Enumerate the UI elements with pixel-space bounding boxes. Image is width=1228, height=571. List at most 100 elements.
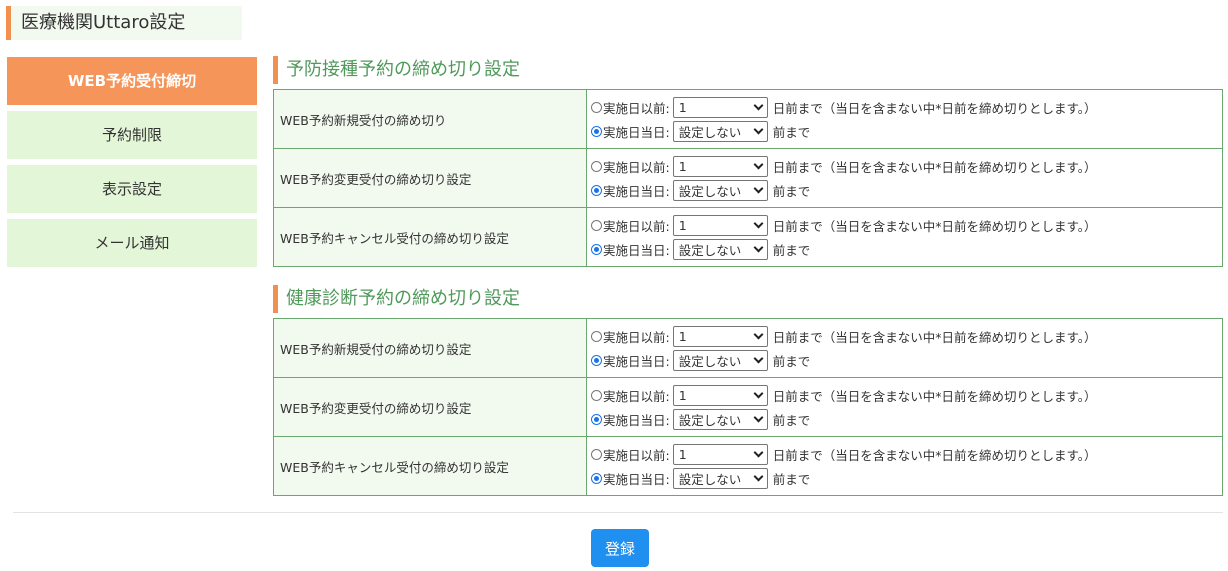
same-day-value: 設定しない <box>678 124 742 140</box>
days-before-label: 実施日以前: <box>603 159 670 175</box>
register-button[interactable]: 登録 <box>591 529 649 567</box>
same-day-value: 設定しない <box>678 242 742 258</box>
same-day-select[interactable]: 設定しない <box>672 238 768 260</box>
same-day-radio[interactable] <box>591 125 602 137</box>
option-same-day: 実施日当日: 設定しない 前まで <box>591 237 1222 261</box>
days-before-suffix: 日前まで（当日を含まない中*日前を締め切りとします。） <box>772 218 1097 234</box>
same-day-label: 実施日当日: <box>603 242 670 258</box>
chevron-down-icon <box>753 159 764 169</box>
chevron-down-icon <box>753 183 764 193</box>
option-days-before: 実施日以前: 1 日前まで（当日を含まない中*日前を締め切りとします。） <box>591 383 1222 407</box>
days-before-suffix: 日前まで（当日を含まない中*日前を締め切りとします。） <box>772 329 1097 345</box>
days-before-value: 1 <box>678 99 687 115</box>
same-day-radio[interactable] <box>591 472 602 484</box>
same-day-suffix: 前まで <box>772 412 811 428</box>
same-day-select[interactable]: 設定しない <box>672 467 768 489</box>
same-day-select[interactable]: 設定しない <box>672 120 768 142</box>
option-same-day: 実施日当日: 設定しない 前まで <box>591 407 1222 431</box>
days-before-select[interactable]: 1 <box>672 384 768 406</box>
same-day-label: 実施日当日: <box>603 412 670 428</box>
deadline-settings-table: WEB予約新規受付の締め切り設定 実施日以前: 1 日前まで（当日を含まない中*… <box>273 318 1223 496</box>
days-before-value: 1 <box>678 446 687 462</box>
chevron-down-icon <box>753 471 764 481</box>
days-before-select[interactable]: 1 <box>672 214 768 236</box>
days-before-radio[interactable] <box>591 160 602 172</box>
same-day-select[interactable]: 設定しない <box>672 179 768 201</box>
days-before-select[interactable]: 1 <box>672 325 768 347</box>
same-day-value: 設定しない <box>678 183 742 199</box>
same-day-suffix: 前まで <box>772 471 811 487</box>
section-title: 健康診断予約の締め切り設定 <box>273 285 1223 313</box>
option-days-before: 実施日以前: 1 日前まで（当日を含まない中*日前を締め切りとします。） <box>591 324 1222 348</box>
days-before-radio[interactable] <box>591 101 602 113</box>
same-day-suffix: 前まで <box>772 353 811 369</box>
days-before-suffix: 日前まで（当日を含まない中*日前を締め切りとします。） <box>772 447 1097 463</box>
same-day-label: 実施日当日: <box>603 183 670 199</box>
sidebar-item-display-settings[interactable]: 表示設定 <box>7 165 257 213</box>
option-days-before: 実施日以前: 1 日前まで（当日を含まない中*日前を締め切りとします。） <box>591 442 1222 466</box>
option-same-day: 実施日当日: 設定しない 前まで <box>591 466 1222 490</box>
same-day-value: 設定しない <box>678 471 742 487</box>
chevron-down-icon <box>753 100 764 110</box>
table-row: WEB予約新規受付の締め切り 実施日以前: 1 日前まで（当日を含まない中*日前… <box>273 89 1223 149</box>
days-before-select[interactable]: 1 <box>672 155 768 177</box>
same-day-radio[interactable] <box>591 243 602 255</box>
chevron-down-icon <box>753 412 764 422</box>
sidebar-item-web-reservation-deadline[interactable]: WEB予約受付締切 <box>7 57 257 105</box>
days-before-select[interactable]: 1 <box>672 443 768 465</box>
days-before-radio[interactable] <box>591 219 602 231</box>
row-label: WEB予約新規受付の締め切り設定 <box>273 318 587 378</box>
days-before-value: 1 <box>678 158 687 174</box>
divider <box>13 512 1223 513</box>
same-day-radio[interactable] <box>591 354 602 366</box>
days-before-radio[interactable] <box>591 389 602 401</box>
sidebar: WEB予約受付締切 予約制限 表示設定 メール通知 <box>7 57 257 273</box>
days-before-value: 1 <box>678 387 687 403</box>
chevron-down-icon <box>753 447 764 457</box>
page-title: 医療機関Uttaro設定 <box>6 6 242 40</box>
chevron-down-icon <box>753 329 764 339</box>
chevron-down-icon <box>753 242 764 252</box>
row-options: 実施日以前: 1 日前まで（当日を含まない中*日前を締め切りとします。） 実施日… <box>586 436 1223 496</box>
days-before-label: 実施日以前: <box>603 218 670 234</box>
days-before-value: 1 <box>678 217 687 233</box>
main-content: 予防接種予約の締め切り設定 WEB予約新規受付の締め切り 実施日以前: 1 日前… <box>273 56 1223 496</box>
same-day-select[interactable]: 設定しない <box>672 408 768 430</box>
same-day-label: 実施日当日: <box>603 471 670 487</box>
option-same-day: 実施日当日: 設定しない 前まで <box>591 348 1222 372</box>
same-day-label: 実施日当日: <box>603 124 670 140</box>
chevron-down-icon <box>753 124 764 134</box>
same-day-suffix: 前まで <box>772 124 811 140</box>
row-options: 実施日以前: 1 日前まで（当日を含まない中*日前を締め切りとします。） 実施日… <box>586 148 1223 208</box>
section-title: 予防接種予約の締め切り設定 <box>273 56 1223 84</box>
sidebar-item-reservation-limit[interactable]: 予約制限 <box>7 111 257 159</box>
same-day-value: 設定しない <box>678 353 742 369</box>
row-options: 実施日以前: 1 日前まで（当日を含まない中*日前を締め切りとします。） 実施日… <box>586 318 1223 378</box>
row-label: WEB予約変更受付の締め切り設定 <box>273 148 587 208</box>
days-before-radio[interactable] <box>591 448 602 460</box>
days-before-radio[interactable] <box>591 330 602 342</box>
days-before-select[interactable]: 1 <box>672 96 768 118</box>
sidebar-item-mail-notification[interactable]: メール通知 <box>7 219 257 267</box>
same-day-select[interactable]: 設定しない <box>672 349 768 371</box>
option-days-before: 実施日以前: 1 日前まで（当日を含まない中*日前を締め切りとします。） <box>591 213 1222 237</box>
row-label: WEB予約新規受付の締め切り <box>273 89 587 149</box>
row-label: WEB予約キャンセル受付の締め切り設定 <box>273 436 587 496</box>
same-day-radio[interactable] <box>591 184 602 196</box>
row-label: WEB予約キャンセル受付の締め切り設定 <box>273 207 587 267</box>
days-before-suffix: 日前まで（当日を含まない中*日前を締め切りとします。） <box>772 159 1097 175</box>
row-options: 実施日以前: 1 日前まで（当日を含まない中*日前を締め切りとします。） 実施日… <box>586 207 1223 267</box>
same-day-label: 実施日当日: <box>603 353 670 369</box>
days-before-label: 実施日以前: <box>603 388 670 404</box>
days-before-value: 1 <box>678 328 687 344</box>
same-day-radio[interactable] <box>591 413 602 425</box>
table-row: WEB予約キャンセル受付の締め切り設定 実施日以前: 1 日前まで（当日を含まな… <box>273 207 1223 267</box>
deadline-settings-table: WEB予約新規受付の締め切り 実施日以前: 1 日前まで（当日を含まない中*日前… <box>273 89 1223 267</box>
option-same-day: 実施日当日: 設定しない 前まで <box>591 119 1222 143</box>
table-row: WEB予約キャンセル受付の締め切り設定 実施日以前: 1 日前まで（当日を含まな… <box>273 436 1223 496</box>
table-row: WEB予約変更受付の締め切り設定 実施日以前: 1 日前まで（当日を含まない中*… <box>273 148 1223 208</box>
chevron-down-icon <box>753 353 764 363</box>
chevron-down-icon <box>753 218 764 228</box>
same-day-value: 設定しない <box>678 412 742 428</box>
days-before-suffix: 日前まで（当日を含まない中*日前を締め切りとします。） <box>772 388 1097 404</box>
